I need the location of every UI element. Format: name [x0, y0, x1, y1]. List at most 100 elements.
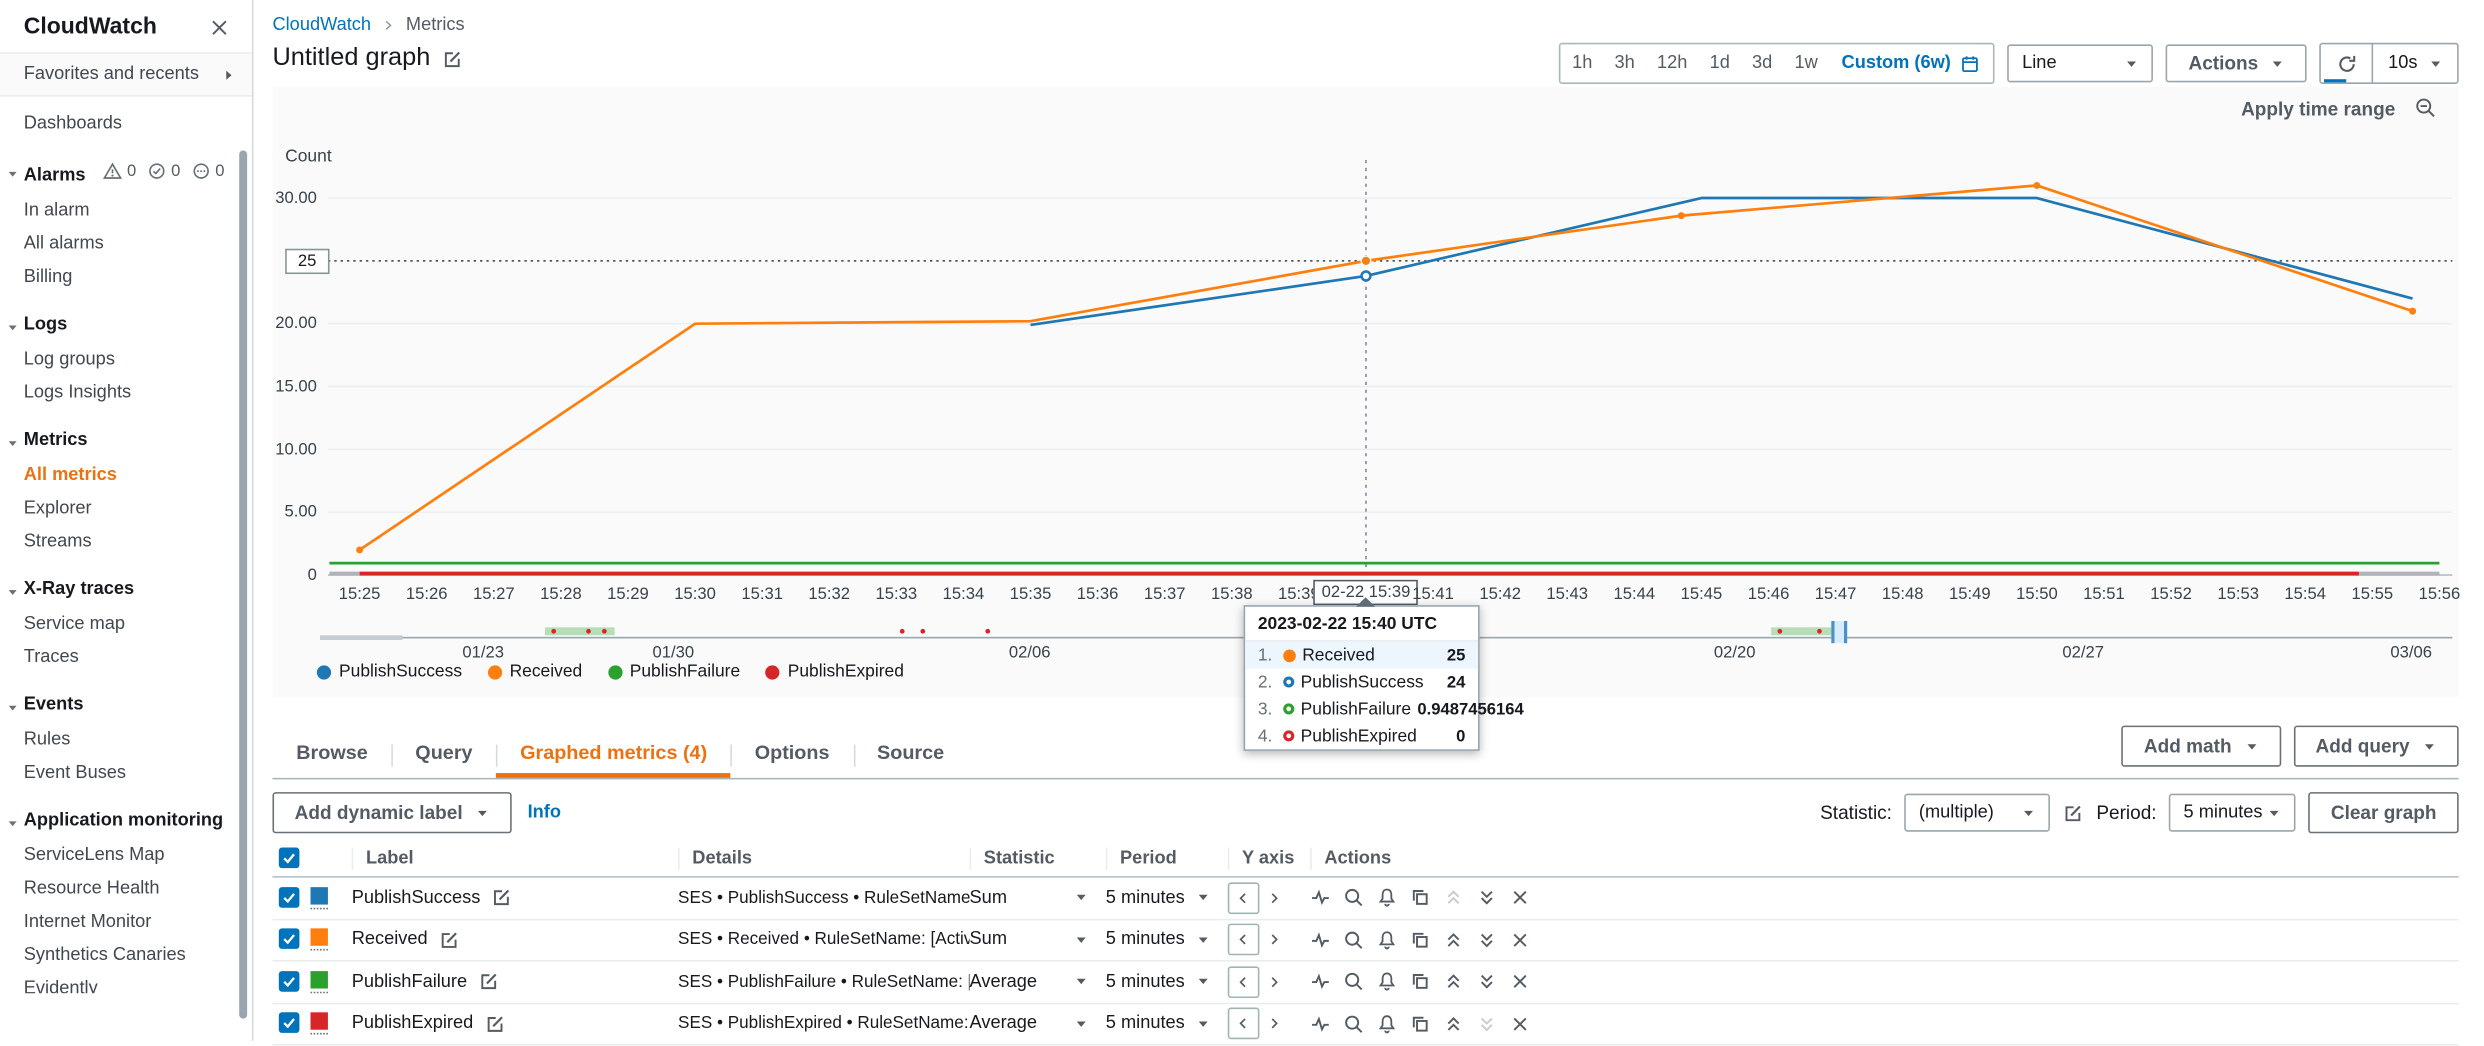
duplicate-icon[interactable]: [1410, 972, 1431, 993]
sidebar-item-traces[interactable]: Traces: [0, 640, 252, 673]
actions-button[interactable]: Actions: [2166, 44, 2307, 82]
breadcrumb-cloudwatch-link[interactable]: CloudWatch: [272, 16, 371, 35]
add-query-button[interactable]: Add query: [2293, 726, 2458, 767]
legend-item[interactable]: PublishExpired: [766, 662, 904, 681]
remove-icon[interactable]: [1510, 888, 1531, 909]
metric-details[interactable]: SES • Received • RuleSetName: [Active]: [678, 930, 969, 949]
range-custom[interactable]: Custom (6w): [1829, 53, 1994, 74]
sidebar-item-evidently[interactable]: Evidently: [0, 971, 252, 993]
graph-metric-icon[interactable]: [1310, 930, 1331, 951]
legend-item[interactable]: PublishFailure: [608, 662, 741, 681]
sidebar-item-log-groups[interactable]: Log groups: [0, 342, 252, 375]
sidebar-item-in-alarm[interactable]: In alarm: [0, 193, 252, 226]
create-alarm-icon[interactable]: [1377, 888, 1398, 909]
remove-icon[interactable]: [1510, 1013, 1531, 1034]
edit-icon[interactable]: [2063, 802, 2084, 823]
move-down-icon[interactable]: [1476, 972, 1497, 993]
create-alarm-icon[interactable]: [1377, 1013, 1398, 1034]
sidebar-item-event-buses[interactable]: Event Buses: [0, 756, 252, 789]
sidebar-item-servicelens-map[interactable]: ServiceLens Map: [0, 838, 252, 871]
refresh-button[interactable]: [2322, 44, 2373, 82]
select-all-checkbox[interactable]: [279, 848, 300, 869]
graph-metric-icon[interactable]: [1310, 888, 1331, 909]
tab-options[interactable]: Options: [731, 729, 853, 778]
chart-type-select[interactable]: Line: [2008, 44, 2154, 82]
clear-graph-button[interactable]: Clear graph: [2309, 792, 2459, 833]
refresh-interval-select[interactable]: 10s: [2372, 44, 2457, 82]
search-icon[interactable]: [1343, 972, 1364, 993]
duplicate-icon[interactable]: [1410, 1013, 1431, 1034]
sidebar-item-all-metrics[interactable]: All metrics: [0, 458, 252, 491]
create-alarm-icon[interactable]: [1377, 972, 1398, 993]
y-axis-left-button[interactable]: [1228, 1008, 1260, 1040]
edit-icon[interactable]: [478, 972, 499, 993]
search-icon[interactable]: [1343, 888, 1364, 909]
period-dropdown[interactable]: 5 minutes: [1106, 888, 1228, 907]
close-icon[interactable]: [209, 17, 230, 38]
metric-color-swatch[interactable]: [311, 1013, 328, 1035]
remove-icon[interactable]: [1510, 972, 1531, 993]
tab-browse[interactable]: Browse: [272, 729, 391, 778]
add-math-button[interactable]: Add math: [2122, 726, 2281, 767]
metric-label[interactable]: PublishExpired: [352, 1014, 474, 1033]
sidebar-item-favorites[interactable]: Favorites and recents: [0, 54, 252, 97]
metric-color-swatch[interactable]: [311, 971, 328, 993]
metric-label[interactable]: PublishSuccess: [352, 888, 481, 907]
metric-color-swatch[interactable]: [311, 887, 328, 909]
period-select[interactable]: 5 minutes: [2169, 794, 2296, 832]
period-dropdown[interactable]: 5 minutes: [1106, 972, 1228, 991]
metric-details[interactable]: SES • PublishSuccess • RuleSetName: [Act…: [678, 888, 969, 907]
row-checkbox[interactable]: [279, 971, 300, 992]
edit-icon[interactable]: [439, 930, 460, 951]
sidebar-section-xray[interactable]: X-Ray traces: [0, 572, 252, 607]
graph-metric-icon[interactable]: [1310, 1013, 1331, 1034]
move-up-icon[interactable]: [1443, 1013, 1464, 1034]
sidebar-item-logs-insights[interactable]: Logs Insights: [0, 375, 252, 408]
sidebar-section-metrics[interactable]: Metrics: [0, 423, 252, 458]
move-up-icon[interactable]: [1443, 930, 1464, 951]
edit-icon[interactable]: [441, 48, 462, 69]
info-link[interactable]: Info: [528, 803, 561, 822]
metric-details[interactable]: SES • PublishExpired • RuleSetName: [Act…: [678, 1014, 969, 1033]
row-checkbox[interactable]: [279, 887, 300, 908]
edit-icon[interactable]: [484, 1013, 505, 1034]
create-alarm-icon[interactable]: [1377, 930, 1398, 951]
statistic-dropdown[interactable]: Sum: [970, 888, 1106, 907]
metric-label[interactable]: PublishFailure: [352, 972, 467, 991]
search-icon[interactable]: [1343, 1013, 1364, 1034]
move-down-icon[interactable]: [1476, 930, 1497, 951]
y-axis-right-button[interactable]: [1266, 974, 1282, 990]
range-1d[interactable]: 1d: [1698, 54, 1740, 73]
sidebar-item-all-alarms[interactable]: All alarms: [0, 227, 252, 260]
search-icon[interactable]: [1343, 930, 1364, 951]
edit-icon[interactable]: [491, 888, 512, 909]
legend-item[interactable]: PublishSuccess: [317, 662, 462, 681]
sidebar-item-dashboards[interactable]: Dashboards: [0, 106, 252, 139]
tab-source[interactable]: Source: [853, 729, 968, 778]
sidebar-item-synthetics-canaries[interactable]: Synthetics Canaries: [0, 938, 252, 971]
period-dropdown[interactable]: 5 minutes: [1106, 930, 1228, 949]
metric-label[interactable]: Received: [352, 930, 428, 949]
tab-graphed-metrics[interactable]: Graphed metrics (4): [496, 729, 731, 778]
range-12h[interactable]: 12h: [1646, 54, 1699, 73]
sidebar-section-events[interactable]: Events: [0, 688, 252, 723]
sidebar-item-internet-monitor[interactable]: Internet Monitor: [0, 905, 252, 938]
row-checkbox[interactable]: [279, 1013, 300, 1034]
sidebar-item-service-map[interactable]: Service map: [0, 607, 252, 640]
statistic-dropdown[interactable]: Average: [970, 972, 1106, 991]
period-dropdown[interactable]: 5 minutes: [1106, 1014, 1228, 1033]
sidebar-item-resource-health[interactable]: Resource Health: [0, 871, 252, 904]
statistic-dropdown[interactable]: Average: [970, 1014, 1106, 1033]
range-3h[interactable]: 3h: [1603, 54, 1645, 73]
metric-details[interactable]: SES • PublishFailure • RuleSetName: [Act…: [678, 972, 969, 991]
range-1w[interactable]: 1w: [1783, 54, 1828, 73]
graph-metric-icon[interactable]: [1310, 972, 1331, 993]
y-axis-left-button[interactable]: [1228, 882, 1260, 914]
sidebar-item-explorer[interactable]: Explorer: [0, 491, 252, 524]
y-axis-right-button[interactable]: [1266, 1016, 1282, 1032]
remove-icon[interactable]: [1510, 930, 1531, 951]
sidebar-item-rules[interactable]: Rules: [0, 722, 252, 755]
y-axis-right-button[interactable]: [1266, 932, 1282, 948]
y-axis-right-button[interactable]: [1266, 890, 1282, 906]
y-axis-left-button[interactable]: [1228, 924, 1260, 956]
